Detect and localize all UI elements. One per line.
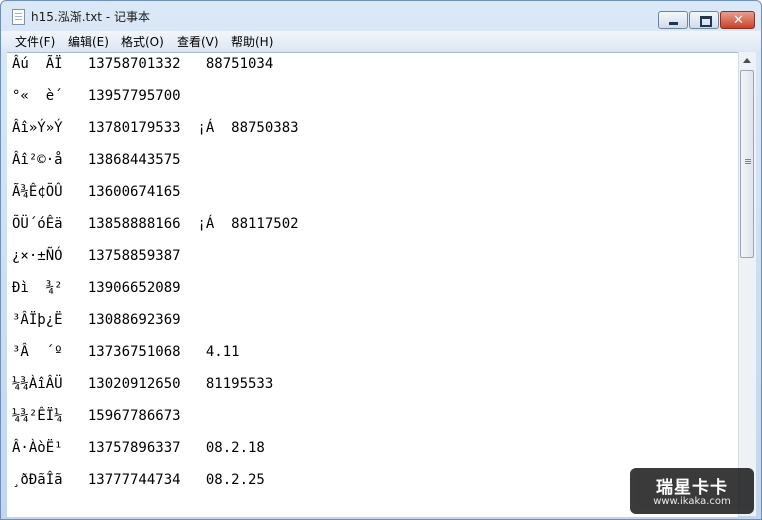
text-line: ¿×·±ÑÓ 13758859387 [12, 248, 181, 264]
maximize-icon [700, 16, 712, 27]
text-line: Ðì ¾² 13906652089 [12, 280, 181, 296]
text-line: Âî²©·å 13868443575 [12, 152, 181, 168]
menu-view[interactable]: 查看(V) [177, 33, 219, 50]
maximize-button[interactable] [689, 11, 719, 29]
window-title: h15.泓渐.txt - 记事本 [31, 10, 150, 24]
menu-help[interactable]: 帮助(H) [231, 33, 273, 50]
scrollbar-thumb[interactable] [740, 70, 754, 258]
menu-edit[interactable]: 编辑(E) [68, 33, 109, 50]
scroll-up-arrow-icon[interactable] [743, 58, 751, 63]
vertical-scrollbar[interactable] [738, 52, 756, 516]
text-line: ¼¾²ÊÏ¼ 15967786673 [12, 408, 181, 424]
close-button[interactable]: ✕ [720, 11, 755, 29]
watermark-name: 瑞星卡卡 [656, 478, 728, 498]
grip-icon [745, 159, 751, 160]
notepad-window: h15.泓渐.txt - 记事本 ✕ 文件(F) 编辑(E) 格式(O) 查看(… [0, 0, 762, 520]
watermark-logo: 瑞星卡卡 www.ikaka.com [630, 468, 754, 514]
text-line: ¼¾ÀîÂÜ 13020912650 81195533 [12, 376, 274, 392]
watermark-url: www.ikaka.com [653, 496, 731, 507]
menu-bar: 文件(F) 编辑(E) 格式(O) 查看(V) 帮助(H) [1, 31, 761, 51]
text-line: ¸ðÐãÎã 13777744734 08.2.25 [12, 472, 265, 488]
minimize-icon [669, 22, 678, 25]
title-bar[interactable]: h15.泓渐.txt - 记事本 ✕ [1, 1, 761, 31]
notepad-icon [12, 9, 25, 25]
text-line: °« è´ 13957795700 [12, 88, 181, 104]
text-line: Ã¾Ê¢ÕÛ 13600674165 [12, 184, 181, 200]
text-line: Â·ÀòË¹ 13757896337 08.2.18 [12, 440, 265, 456]
text-line: Âî»Ý»Ý 13780179533 ¡Á 88750383 [12, 120, 299, 136]
text-area[interactable]: Âú ÃÏ 13758701332 88751034 °« è´ 1395779… [7, 52, 738, 517]
minimize-button[interactable] [658, 11, 688, 29]
text-line: Âú ÃÏ 13758701332 88751034 [12, 56, 274, 72]
close-icon: ✕ [733, 13, 744, 28]
text-line: ÕÜ´óÊä 13858888166 ¡Á 88117502 [12, 216, 299, 232]
menu-file[interactable]: 文件(F) [15, 33, 55, 50]
menu-format[interactable]: 格式(O) [121, 33, 164, 50]
text-line: ³ÂÏþ¿Ë 13088692369 [12, 312, 181, 328]
text-line: ³Â ´º 13736751068 4.11 [12, 344, 240, 360]
